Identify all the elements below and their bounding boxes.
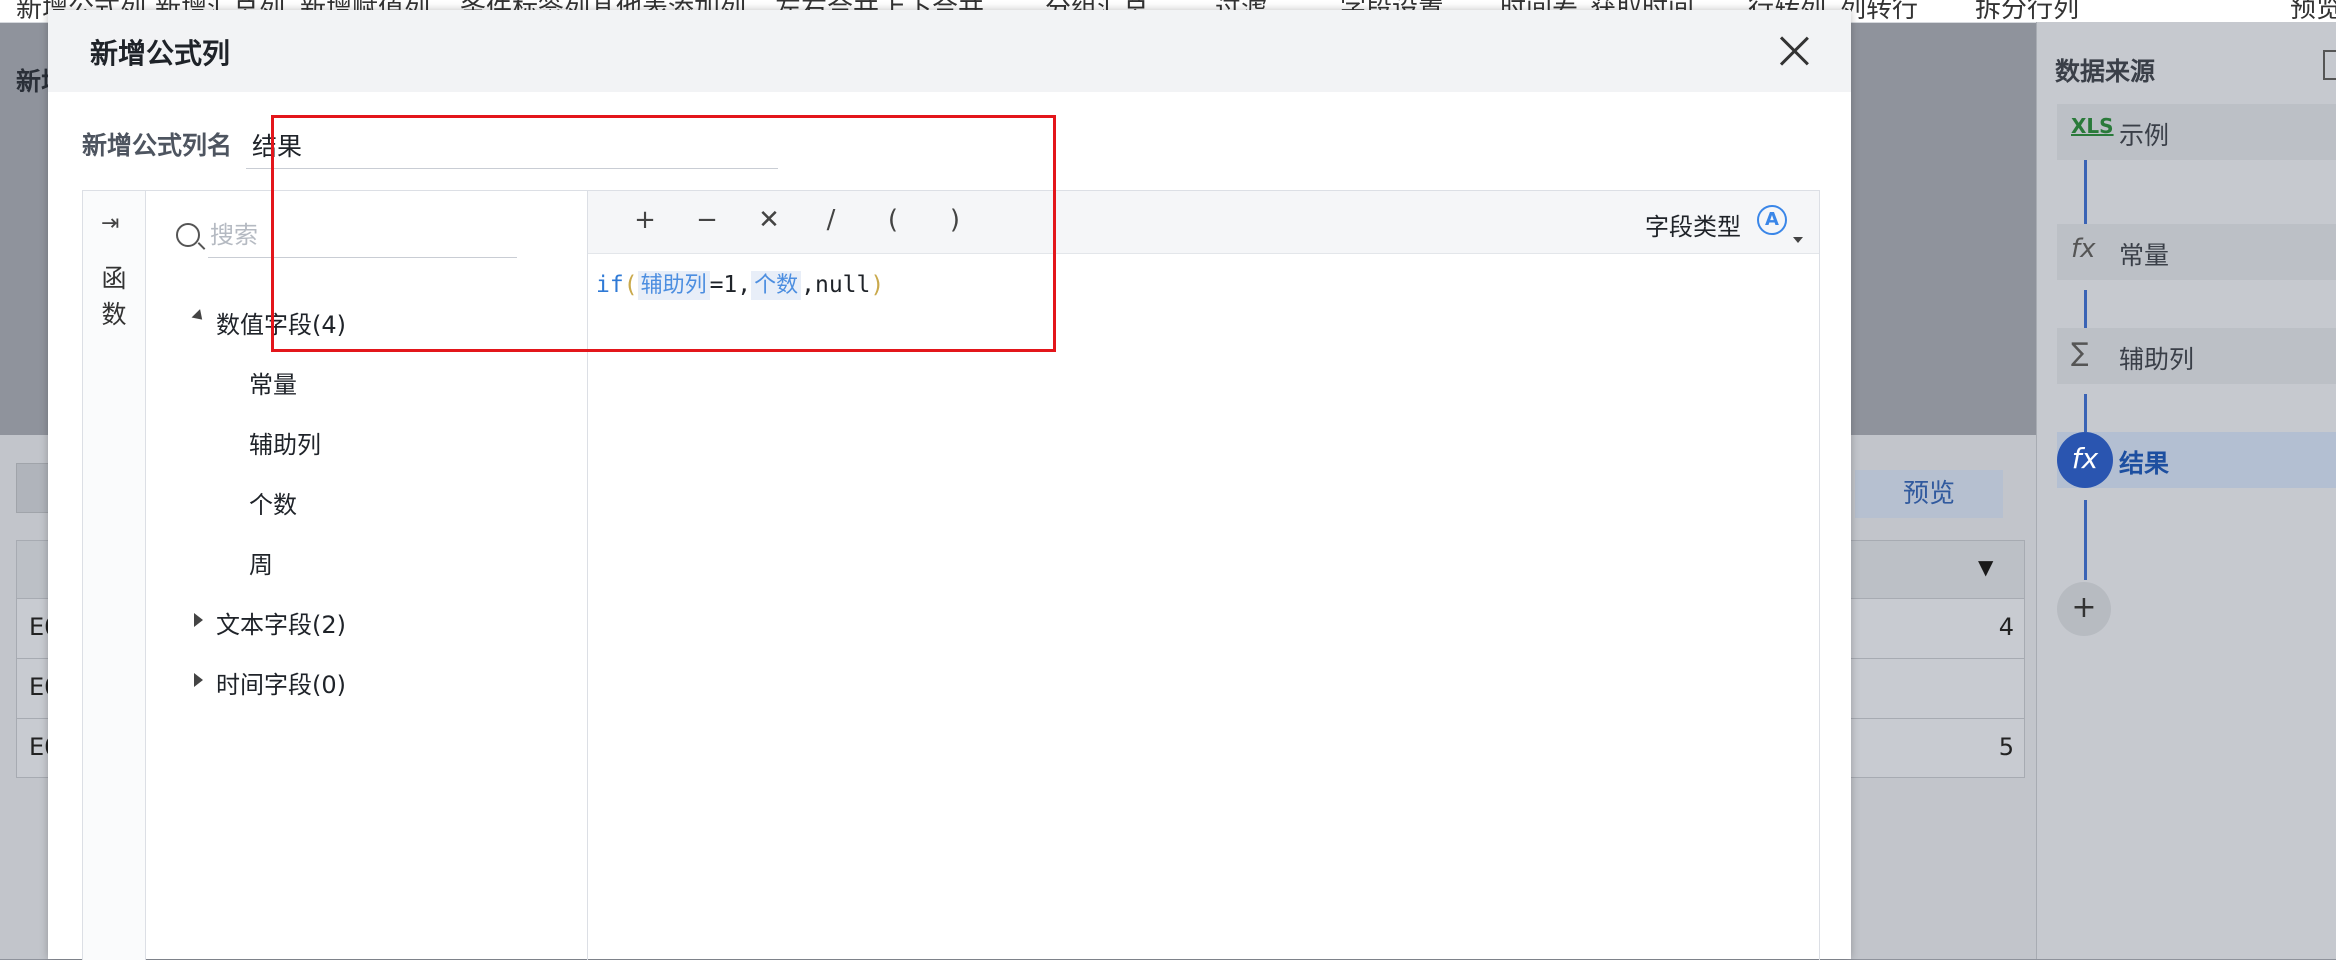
formula-operator: ,null — [801, 272, 871, 298]
flow-node-constant[interactable]: fx 常量 — [2057, 224, 2336, 280]
field-type-label: 字段类型 — [1645, 213, 1741, 241]
node-label: 结果 — [2119, 449, 2170, 478]
formula-paren: ( — [623, 272, 638, 298]
divide-operator-button[interactable]: / — [816, 205, 846, 235]
bg-toolbar-item: 预览 — [2290, 0, 2336, 23]
function-rail[interactable]: ⇥ 函数 — [83, 191, 146, 960]
formula-function: if — [596, 272, 624, 298]
expand-arrow-icon[interactable]: ⇥ — [101, 211, 119, 236]
operator-bar: + − ✕ / ( ) 字段类型 A — [588, 191, 1819, 254]
plus-operator-button[interactable]: + — [630, 205, 660, 235]
flow-connector — [2084, 160, 2087, 230]
formula-field-token[interactable]: 辅助列 — [637, 271, 710, 300]
chevron-down-icon: ▼ — [1978, 555, 1994, 579]
open-paren-button[interactable]: ( — [878, 205, 908, 235]
flow-node-source[interactable]: XLS 示例 — [2057, 104, 2336, 160]
caret-down-icon[interactable] — [191, 309, 207, 324]
formula-icon: fx — [2071, 234, 2096, 264]
formula-operator: =1, — [709, 272, 752, 298]
field-panel: 数值字段(4) 常量 辅助列 个数 周 文本字段(2) 时间字段(0) — [146, 191, 588, 960]
bg-preview-button[interactable]: 预览 — [1855, 470, 2003, 518]
search-icon — [176, 223, 200, 247]
flow-node-helper[interactable]: ∑ 辅助列 — [2057, 328, 2336, 384]
minus-operator-button[interactable]: − — [692, 205, 722, 235]
formula-field-token[interactable]: 个数 — [751, 271, 802, 300]
tree-item-field[interactable]: 常量 — [249, 365, 297, 400]
bg-data-source-panel: 数据来源 XLS 示例 fx 常量 ∑ 辅助列 结果 fx + — [2036, 22, 2336, 959]
column-name-label: 新增公式列名 — [82, 131, 233, 160]
formula-icon: fx — [2057, 432, 2113, 488]
bg-toolbar-item: 列转行 — [1840, 0, 1919, 23]
sum-icon: ∑ — [2071, 338, 2089, 368]
dialog-header: 新增公式列 — [48, 10, 1851, 92]
tree-item-field[interactable]: 个数 — [249, 485, 297, 520]
tree-item-field[interactable]: 周 — [249, 545, 273, 580]
node-label: 常量 — [2119, 241, 2170, 270]
bg-toolbar-item: 拆分行列 — [1975, 0, 2080, 23]
data-source-title: 数据来源 — [2055, 57, 2156, 86]
field-search-input[interactable] — [208, 213, 517, 258]
chevron-down-icon[interactable] — [1793, 237, 1803, 243]
caret-right-icon[interactable] — [194, 673, 203, 687]
formula-paren: ) — [870, 272, 885, 298]
tree-item-field[interactable]: 辅助列 — [249, 425, 321, 460]
formula-editor: ⇥ 函数 数值字段(4) 常量 辅助列 个数 周 文本字段(2) 时间字段(0)… — [82, 190, 1820, 960]
excel-icon: XLS — [2071, 114, 2114, 138]
tree-group-time[interactable]: 时间字段(0) — [216, 665, 346, 700]
table-cell: 5 — [1998, 733, 2014, 761]
functions-tab-label[interactable]: 函数 — [100, 261, 128, 333]
formula-panel: + − ✕ / ( ) 字段类型 A if(辅助列 =1, 个数 ,null) — [588, 191, 1819, 960]
table-cell: 4 — [1998, 613, 2014, 641]
panel-toggle-icon[interactable] — [2323, 50, 2336, 80]
multiply-operator-button[interactable]: ✕ — [754, 205, 784, 235]
tree-group-numeric[interactable]: 数值字段(4) — [216, 305, 346, 340]
node-label: 辅助列 — [2119, 345, 2195, 374]
dialog-title: 新增公式列 — [90, 37, 231, 70]
tree-group-text[interactable]: 文本字段(2) — [216, 605, 346, 640]
flow-connector — [2084, 500, 2087, 580]
add-step-button[interactable]: + — [2057, 582, 2111, 636]
close-paren-button[interactable]: ) — [940, 205, 970, 235]
column-name-input[interactable] — [246, 122, 778, 169]
formula-text[interactable]: if(辅助列 =1, 个数 ,null) — [596, 267, 885, 300]
caret-right-icon[interactable] — [194, 613, 203, 627]
close-icon[interactable] — [1777, 34, 1811, 68]
add-formula-column-dialog: 新增公式列 新增公式列名 ⇥ 函数 数值字段(4) 常量 辅助列 个数 周 文本… — [48, 10, 1851, 960]
node-label: 示例 — [2119, 121, 2170, 150]
field-type-icon[interactable]: A — [1757, 205, 1787, 235]
